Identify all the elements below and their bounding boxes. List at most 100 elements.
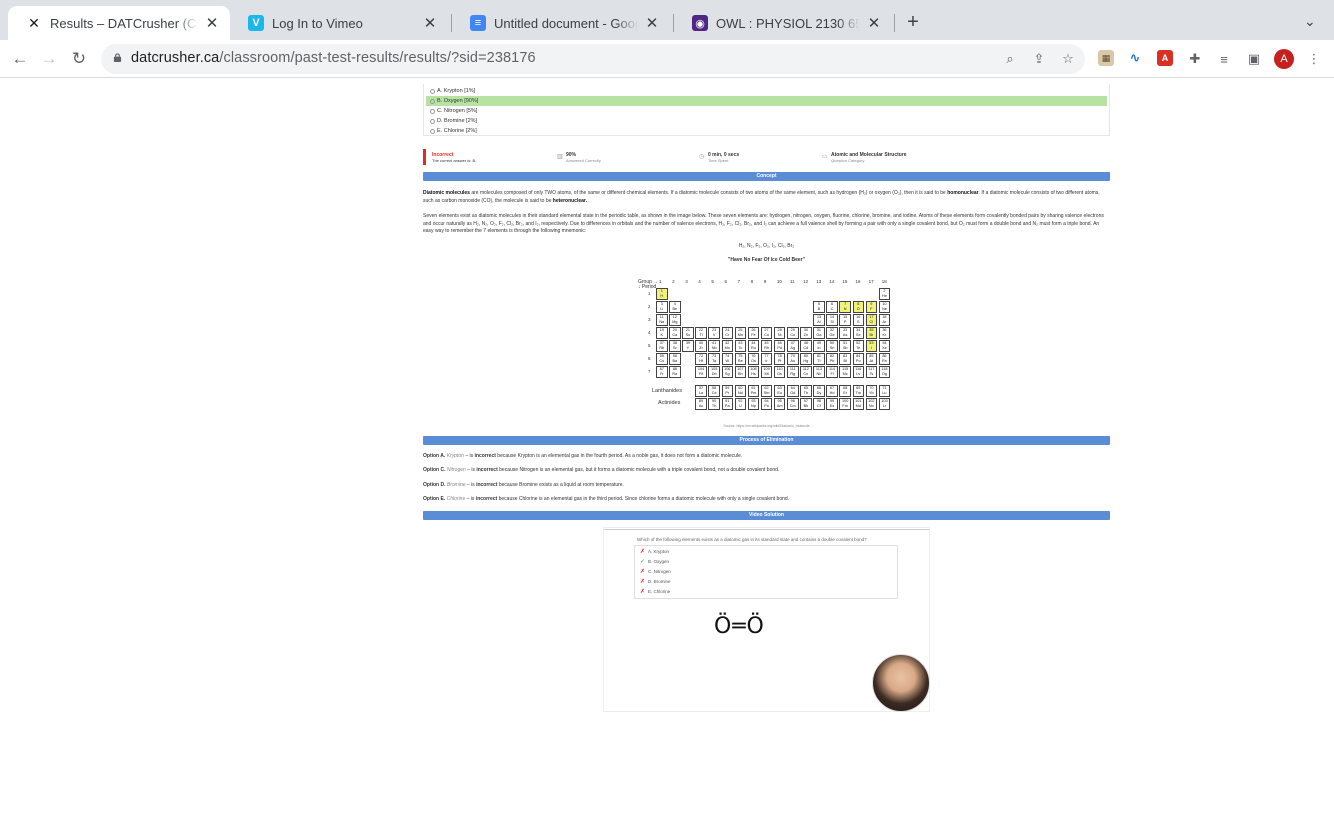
element-pa: 91 Pa <box>721 398 733 410</box>
element-nb: 41 Nb <box>708 340 720 352</box>
element-db: 105 Db <box>708 366 720 378</box>
option-verdict: incorrect <box>476 467 498 473</box>
close-icon[interactable]: ✕ <box>204 14 220 32</box>
url-text[interactable]: datcrusher.ca/classroom/past-test-result… <box>131 50 536 66</box>
avatar[interactable]: A <box>1274 49 1294 69</box>
group-number: 5 <box>711 279 714 284</box>
choice-b[interactable]: B. Oxygen [90%] <box>426 96 1107 106</box>
radio-icon <box>430 118 435 124</box>
element-pu: 94 Pu <box>760 398 773 410</box>
new-tab-icon[interactable]: + <box>903 11 923 33</box>
elimination-option-a: Option A. Krypton – is incorrect because… <box>423 453 743 459</box>
acrobat-extension-icon[interactable]: A <box>1157 50 1173 66</box>
choice-c[interactable]: C. Nitrogen [5%] <box>426 106 1107 116</box>
element-as: 33 As <box>839 327 851 339</box>
kebab-menu-icon[interactable]: ⋮ <box>1305 50 1323 68</box>
element-no: 102 No <box>865 398 878 410</box>
element-pd: 46 Pd <box>773 340 786 352</box>
element-ne: 10 Ne <box>878 301 891 313</box>
choice-d[interactable]: D. Bromine [2%] <box>426 116 1107 126</box>
option-name: Krypton <box>446 453 464 459</box>
puzzle-extensions-icon[interactable]: ✚ <box>1186 50 1204 68</box>
reload-icon[interactable]: ↻ <box>69 49 89 69</box>
element-rn: 86 Rn <box>878 353 891 365</box>
period-number: 7 <box>648 369 651 374</box>
option-label: Option D. <box>423 482 446 488</box>
image-source[interactable]: Source: https://en.wikipedia.org/wiki/Di… <box>423 424 1110 428</box>
tab-datcrusher[interactable]: ✕ Results – DATCrusher (Canadian ✕ <box>8 6 230 40</box>
element-al: 13 Al <box>813 314 825 326</box>
element-na: 11 Na <box>656 314 668 326</box>
video-option: ✗ C. Nitrogen <box>635 566 897 576</box>
share-icon[interactable]: ⇪ <box>1030 50 1048 68</box>
option-text: because Bromine exists as a liquid at ro… <box>497 482 624 488</box>
close-icon[interactable]: ✕ <box>422 14 438 32</box>
answered-label: Answered Correctly <box>566 158 601 163</box>
element-se: 34 Se <box>852 327 864 339</box>
time-stat: ◷ 0 min, 0 secs Time Spent <box>699 152 739 163</box>
element-cn: 112 Cn <box>800 366 812 378</box>
elimination-header: Process of Elimination <box>423 436 1110 445</box>
time-label: Time Spent <box>708 158 729 163</box>
choice-label: C. Nitrogen [5%] <box>437 108 478 114</box>
mnemonic: "Have No Fear Of Ice Cold Beer" <box>728 257 805 263</box>
element-es: 99 Es <box>826 398 838 410</box>
chevron-down-icon[interactable]: ⌄ <box>1304 13 1316 30</box>
element-pb: 82 Pb <box>826 353 838 365</box>
address-bar[interactable]: datcrusher.ca/classroom/past-test-result… <box>101 44 1085 74</box>
group-number: 10 <box>776 279 782 284</box>
element-ar: 18 Ar <box>878 314 891 326</box>
element-s: 16 S <box>852 314 864 326</box>
back-icon[interactable]: ← <box>10 49 30 69</box>
datcrusher-icon: ✕ <box>28 14 40 31</box>
option-verdict: incorrect <box>474 453 496 459</box>
zoom-icon[interactable]: ⌕ <box>1001 50 1019 68</box>
close-icon[interactable]: ✕ <box>644 14 660 32</box>
option-label: Option E. <box>423 496 446 502</box>
vimeo-icon: V <box>248 15 264 31</box>
close-icon[interactable]: ✕ <box>866 14 882 32</box>
wave-extension-icon[interactable]: ∿ <box>1127 50 1143 66</box>
forward-icon[interactable]: → <box>39 49 59 69</box>
choice-a[interactable]: A. Krypton [1%] <box>426 86 1107 96</box>
group-number: 16 <box>855 279 861 284</box>
element-tc: 43 Tc <box>734 340 747 352</box>
presenter-webcam <box>872 654 930 712</box>
element-ds: 110 Ds <box>773 366 786 378</box>
tab-google-docs[interactable]: ≡ Untitled document - Google Do ✕ <box>452 6 670 40</box>
element-ho: 67 Ho <box>826 385 838 397</box>
element-rh: 45 Rh <box>760 340 773 352</box>
reading-list-icon[interactable]: ≡ <box>1215 50 1233 68</box>
choice-e[interactable]: E. Chlorine [2%] <box>426 126 1107 136</box>
cross-icon: ✗ <box>640 548 646 555</box>
group-number: 3 <box>685 279 688 284</box>
element-bh: 107 Bh <box>734 366 747 378</box>
diatomic-formulas: H₂, N₂, F₂, O₂, I₂, Cl₂, Br₂ <box>738 243 795 249</box>
element-cs: 55 Cs <box>656 353 668 365</box>
video-option: ✗ E. Chlorine <box>635 586 897 596</box>
element-bk: 97 Bk <box>800 398 812 410</box>
tab-owl[interactable]: ◉ OWL : PHYSIOL 2130 650 SU2 ✕ <box>674 6 892 40</box>
lock-icon <box>113 53 122 62</box>
side-panel-icon[interactable]: ▣ <box>1245 50 1263 68</box>
element-h: 1H <box>656 288 668 300</box>
video-options: ✗ A. Krypton ✓ B. Oxygen ✗ C. Nitrogen ✗ D. … <box>634 545 898 599</box>
element-cd: 48 Cd <box>800 340 812 352</box>
element-rb: 37 Rb <box>656 340 668 352</box>
period-number: 5 <box>648 343 651 348</box>
result-detail: The correct answer is: B. <box>432 158 477 163</box>
element-dy: 66 Dy <box>813 385 825 397</box>
bookmark-star-icon[interactable]: ☆ <box>1059 50 1077 68</box>
element-sg: 106 Sg <box>721 366 733 378</box>
group-number: 12 <box>803 279 809 284</box>
option-text: because Nitrogen is an elemental gas, bu… <box>497 467 780 473</box>
video-player[interactable]: Which of the following elements exists a… <box>603 527 930 712</box>
tab-title: Untitled document - Google Do <box>494 15 638 31</box>
tab-vimeo[interactable]: V Log In to Vimeo ✕ <box>230 6 448 40</box>
group-number: 14 <box>829 279 835 284</box>
element-pr: 59 Pr <box>721 385 733 397</box>
element-mt: 109 Mt <box>760 366 773 378</box>
element-in: 49 In <box>813 340 825 352</box>
element-ga: 31 Ga <box>813 327 825 339</box>
calculator-extension-icon[interactable]: ▦ <box>1098 50 1114 66</box>
